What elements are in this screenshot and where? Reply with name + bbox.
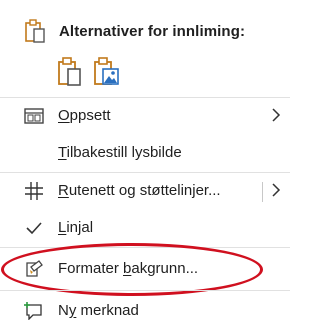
menu-separator xyxy=(0,290,290,291)
clipboard-paste-icon xyxy=(58,57,81,86)
format-background-icon xyxy=(26,260,43,277)
chevron-right-icon xyxy=(272,108,281,122)
split-separator xyxy=(262,182,263,202)
paste-as-picture-button[interactable] xyxy=(92,56,122,88)
menu-separator xyxy=(0,172,290,173)
checkmark-icon xyxy=(26,222,42,235)
menu-item-label: Tilbakestill lysbilde xyxy=(58,144,182,161)
paste-as-picture-icon xyxy=(94,57,119,85)
clipboard-icon xyxy=(25,19,45,43)
chevron-right-icon[interactable] xyxy=(271,182,281,198)
menu-separator xyxy=(0,97,290,98)
menu-item-new-comment[interactable]: Ny merknad xyxy=(0,294,290,320)
menu-item-layout[interactable]: Oppsett xyxy=(0,99,290,133)
menu-item-label: Ny merknad xyxy=(58,302,139,319)
menu-item-format-background[interactable]: Formater bakgrunn... xyxy=(0,252,290,286)
menu-item-label: Oppsett xyxy=(58,107,111,124)
menu-item-label: Formater bakgrunn... xyxy=(58,260,199,277)
layout-icon xyxy=(24,108,44,124)
grid-icon xyxy=(25,182,43,200)
menu-item-grid-guides[interactable]: Rutenett og støttelinjer... xyxy=(0,174,290,208)
paste-keep-format-button[interactable] xyxy=(56,56,86,88)
context-menu: Alternativer for innliming: Oppsett Tilb… xyxy=(0,0,290,320)
menu-item-reset-slide[interactable]: Tilbakestill lysbilde xyxy=(0,136,290,170)
new-comment-icon xyxy=(24,302,42,320)
menu-item-ruler[interactable]: Linjal xyxy=(0,211,290,245)
paste-options-title: Alternativer for innliming: xyxy=(59,23,246,40)
paste-options-header: Alternativer for innliming: xyxy=(0,14,290,50)
menu-item-label: Rutenett og støttelinjer... xyxy=(58,182,221,199)
menu-item-label: Linjal xyxy=(58,219,94,236)
menu-separator xyxy=(0,247,290,248)
